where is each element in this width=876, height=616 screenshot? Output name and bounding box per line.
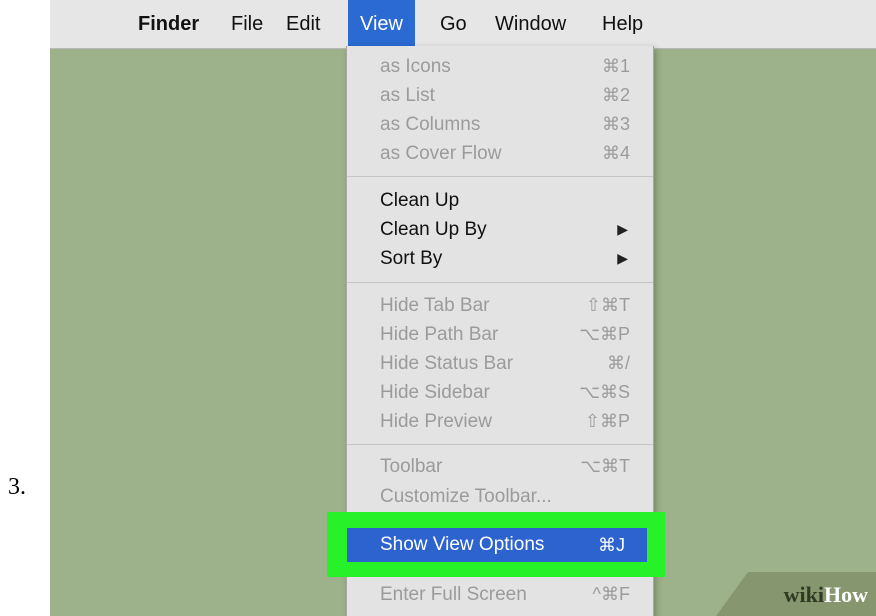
wikihow-logo: wikiHow <box>783 582 868 607</box>
menu-item-clean-up-by[interactable]: Clean Up By ▶ <box>380 215 650 244</box>
menu-item-hide-status-bar[interactable]: Hide Status Bar ⌘/ <box>380 349 650 378</box>
menu-item-hide-path-bar[interactable]: Hide Path Bar ⌥⌘P <box>380 320 650 349</box>
menu-item-hide-sidebar[interactable]: Hide Sidebar ⌥⌘S <box>380 378 650 407</box>
menu-separator <box>347 282 653 283</box>
menu-bar: Finder File Edit View Go Window Help <box>50 0 876 49</box>
menu-edit[interactable]: Edit <box>286 0 320 48</box>
menu-item-customize-toolbar[interactable]: Customize Toolbar... <box>380 482 650 511</box>
menu-item-as-columns[interactable]: as Columns ⌘3 <box>380 110 650 139</box>
submenu-arrow-icon: ▶ <box>617 250 628 266</box>
step-number: 3. <box>8 474 26 500</box>
menu-go[interactable]: Go <box>440 0 467 48</box>
menu-item-clean-up[interactable]: Clean Up <box>380 186 650 215</box>
menu-item-show-view-options[interactable]: Show View Options ⌘J <box>347 528 647 562</box>
menu-item-hide-preview[interactable]: Hide Preview ⇧⌘P <box>380 407 650 436</box>
view-menu-dropdown: as Icons ⌘1 as List ⌘2 as Columns ⌘3 as Cov… <box>327 46 665 616</box>
menu-file[interactable]: File <box>231 0 263 48</box>
menu-view[interactable]: View <box>348 0 415 48</box>
menu-separator <box>347 444 653 445</box>
menu-item-hide-tab-bar[interactable]: Hide Tab Bar ⇧⌘T <box>380 291 650 320</box>
menu-item-sort-by[interactable]: Sort By ▶ <box>380 244 650 273</box>
mac-desktop: Finder File Edit View Go Window Help as … <box>50 0 876 616</box>
submenu-arrow-icon: ▶ <box>617 221 628 237</box>
menu-window[interactable]: Window <box>495 0 566 48</box>
menu-help[interactable]: Help <box>602 0 643 48</box>
menu-item-as-icons[interactable]: as Icons ⌘1 <box>380 52 650 81</box>
menu-separator <box>347 176 653 177</box>
menu-item-as-list[interactable]: as List ⌘2 <box>380 81 650 110</box>
menu-finder[interactable]: Finder <box>138 0 199 48</box>
menu-item-toolbar[interactable]: Toolbar ⌥⌘T <box>380 452 650 481</box>
menu-item-enter-full-screen[interactable]: Enter Full Screen ^⌘F <box>380 580 650 609</box>
menu-item-as-cover-flow[interactable]: as Cover Flow ⌘4 <box>380 139 650 168</box>
